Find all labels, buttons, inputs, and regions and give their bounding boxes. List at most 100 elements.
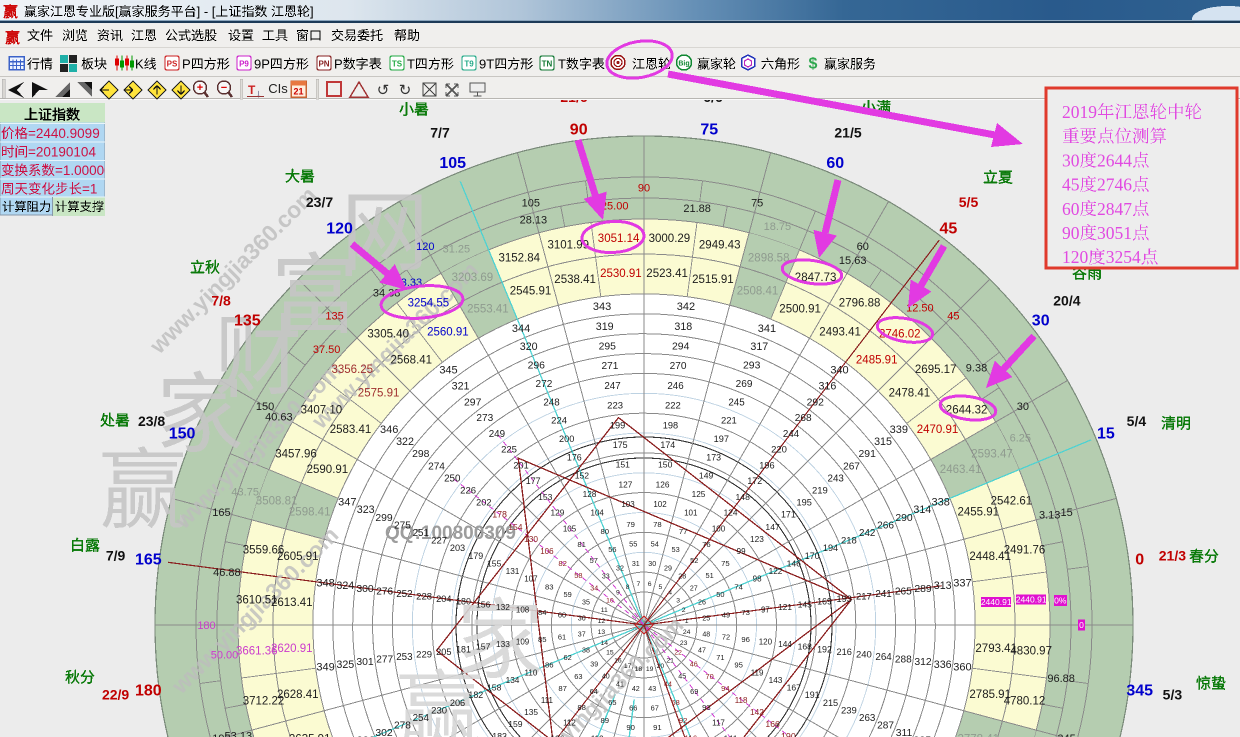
svg-text:4: 4 [668,589,672,596]
svg-text:111: 111 [541,696,554,705]
svg-text:60: 60 [857,241,869,253]
svg-text:318: 318 [674,321,692,333]
svg-text:224: 224 [551,416,567,427]
svg-text:123: 123 [750,534,764,544]
svg-text:68: 68 [671,698,679,707]
svg-text:225: 225 [501,445,517,456]
svg-text:108: 108 [516,606,530,615]
svg-text:148: 148 [736,492,751,502]
svg-text:62: 62 [563,653,571,662]
svg-text:302: 302 [375,728,393,737]
svg-text:342: 342 [677,301,695,313]
svg-text:31: 31 [632,560,640,568]
svg-text:52: 52 [690,556,698,565]
svg-text:2440.91: 2440.91 [981,597,1012,607]
svg-text:168: 168 [798,642,813,652]
svg-text:152: 152 [575,471,590,481]
svg-text:295: 295 [599,342,617,353]
svg-text:90: 90 [638,183,650,195]
svg-text:271: 271 [601,361,618,372]
svg-text:75: 75 [721,559,730,568]
svg-text:78: 78 [653,520,662,529]
svg-text:2463.41: 2463.41 [940,464,982,476]
svg-text:120: 120 [759,638,773,647]
svg-text:90: 90 [570,121,588,138]
svg-text:125: 125 [692,489,706,499]
svg-text:322: 322 [396,436,414,448]
svg-text:0: 0 [1135,552,1144,569]
svg-text:199: 199 [610,420,625,430]
svg-text:2598.41: 2598.41 [289,507,331,519]
svg-text:103: 103 [621,500,635,509]
svg-text:29: 29 [664,565,672,573]
svg-text:+: + [197,82,203,94]
svg-text:112: 112 [563,719,576,728]
svg-text:CIs: CIs [268,81,288,96]
svg-text:241: 241 [875,589,891,600]
svg-text:17: 17 [624,663,632,670]
svg-text:165: 165 [212,507,230,519]
svg-text:315: 315 [874,436,892,448]
svg-text:102: 102 [653,500,667,509]
svg-text:242: 242 [859,528,875,539]
svg-text:270: 270 [670,361,687,372]
svg-text:43: 43 [648,685,656,693]
svg-text:312: 312 [914,657,932,668]
svg-text:67: 67 [651,704,659,713]
svg-text:P: P [334,57,343,72]
svg-text:150: 150 [256,401,274,413]
svg-text:37.50: 37.50 [313,344,341,356]
svg-text:22/9: 22/9 [102,687,129,703]
svg-text:2508.41: 2508.41 [737,286,779,298]
svg-text:158: 158 [487,683,502,693]
svg-text:119: 119 [751,668,764,677]
svg-text:2695.17: 2695.17 [915,364,957,376]
svg-text:197: 197 [714,434,729,444]
svg-text:7/7: 7/7 [430,125,450,141]
svg-text:2593.47: 2593.47 [971,448,1013,460]
svg-text:181: 181 [456,644,471,654]
svg-text:3: 3 [676,597,680,604]
svg-text:4780.12: 4780.12 [1004,696,1046,708]
svg-text:=1.00000: =1.00000 [55,163,112,178]
svg-text:6: 6 [648,581,652,588]
svg-text:15: 15 [1097,426,1115,443]
svg-text:75: 75 [751,197,763,209]
svg-text:287: 287 [877,721,894,732]
svg-text:204: 204 [436,594,451,604]
svg-text:TS: TS [392,60,403,69]
svg-text:77: 77 [679,527,688,536]
svg-text:141: 141 [724,733,738,737]
svg-text:15.63: 15.63 [839,255,867,267]
svg-text:3559.66: 3559.66 [243,544,285,556]
svg-text:173: 173 [706,452,721,462]
svg-text:203: 203 [450,543,465,553]
svg-text:3508.81: 3508.81 [256,495,298,507]
svg-text:48: 48 [702,631,710,639]
svg-text:98: 98 [753,575,762,584]
svg-text:144: 144 [778,639,792,649]
svg-text:72: 72 [722,632,730,641]
svg-text:222: 222 [665,401,681,412]
svg-text:336: 336 [934,659,952,671]
svg-text:5/4: 5/4 [1127,413,1147,429]
svg-text:320: 320 [520,341,538,353]
svg-text:300: 300 [356,584,374,595]
svg-text:18: 18 [635,666,643,673]
svg-text:1: 1 [685,618,689,625]
svg-text:314: 314 [913,504,931,516]
svg-text:82: 82 [558,559,567,568]
svg-text:245: 245 [728,397,745,408]
svg-text:75: 75 [700,121,718,138]
svg-text:124: 124 [724,508,738,518]
svg-text:159: 159 [508,719,523,729]
svg-text:5/5: 5/5 [959,194,979,210]
svg-text:346: 346 [380,424,398,436]
svg-text:3000.29: 3000.29 [649,233,691,245]
svg-text:157: 157 [476,642,491,652]
svg-text:42: 42 [632,685,640,693]
svg-text:340: 340 [830,365,848,377]
svg-text:339: 339 [890,424,908,436]
svg-text:266: 266 [877,520,894,531]
svg-text:PN: PN [318,60,329,69]
